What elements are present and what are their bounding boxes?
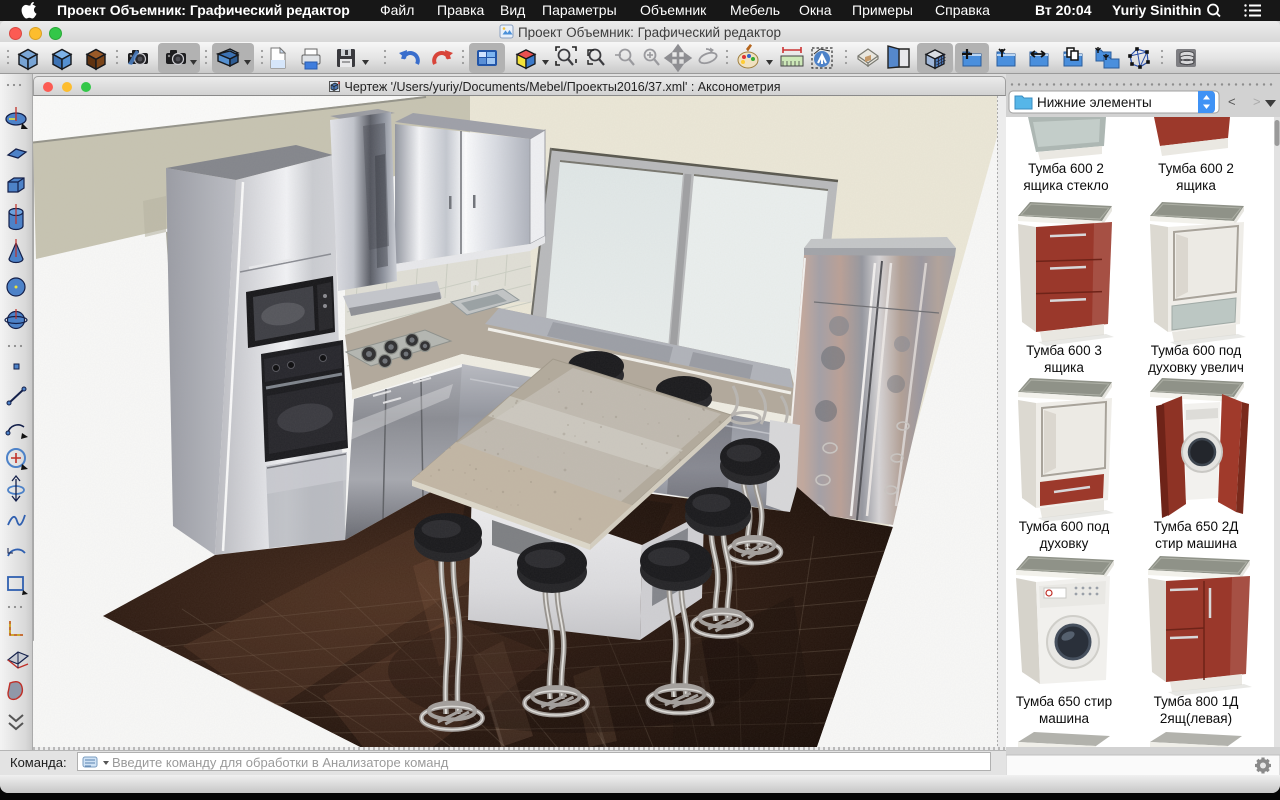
svg-text:<: <: [1228, 94, 1236, 109]
svg-text:духовку увелич: духовку увелич: [1148, 360, 1244, 375]
svg-text:ящика: ящика: [1044, 360, 1084, 375]
svg-text:Тумба 600 2: Тумба 600 2: [1158, 161, 1234, 176]
svg-text:ящика стекло: ящика стекло: [1023, 178, 1108, 193]
svg-text:Тумба 600 2: Тумба 600 2: [1028, 161, 1104, 176]
svg-text:Нижние элементы: Нижние элементы: [1037, 95, 1152, 110]
svg-text:духовку: духовку: [1040, 536, 1089, 551]
svg-text:2ящ(левая): 2ящ(левая): [1160, 711, 1232, 726]
svg-text:Тумба 600 3: Тумба 600 3: [1026, 343, 1102, 358]
svg-text:ящика: ящика: [1176, 178, 1216, 193]
svg-text:Тумба 650 стир: Тумба 650 стир: [1016, 694, 1112, 709]
svg-text:Тумба 650 2Д: Тумба 650 2Д: [1154, 519, 1239, 534]
svg-text:Тумба 600 под: Тумба 600 под: [1151, 343, 1242, 358]
svg-text:Тумба 600 под: Тумба 600 под: [1019, 519, 1110, 534]
svg-text:стир машина: стир машина: [1155, 536, 1237, 551]
svg-text:машина: машина: [1039, 711, 1090, 726]
svg-text:Тумба 800 1Д: Тумба 800 1Д: [1154, 694, 1239, 709]
svg-text:>: >: [1253, 94, 1261, 109]
